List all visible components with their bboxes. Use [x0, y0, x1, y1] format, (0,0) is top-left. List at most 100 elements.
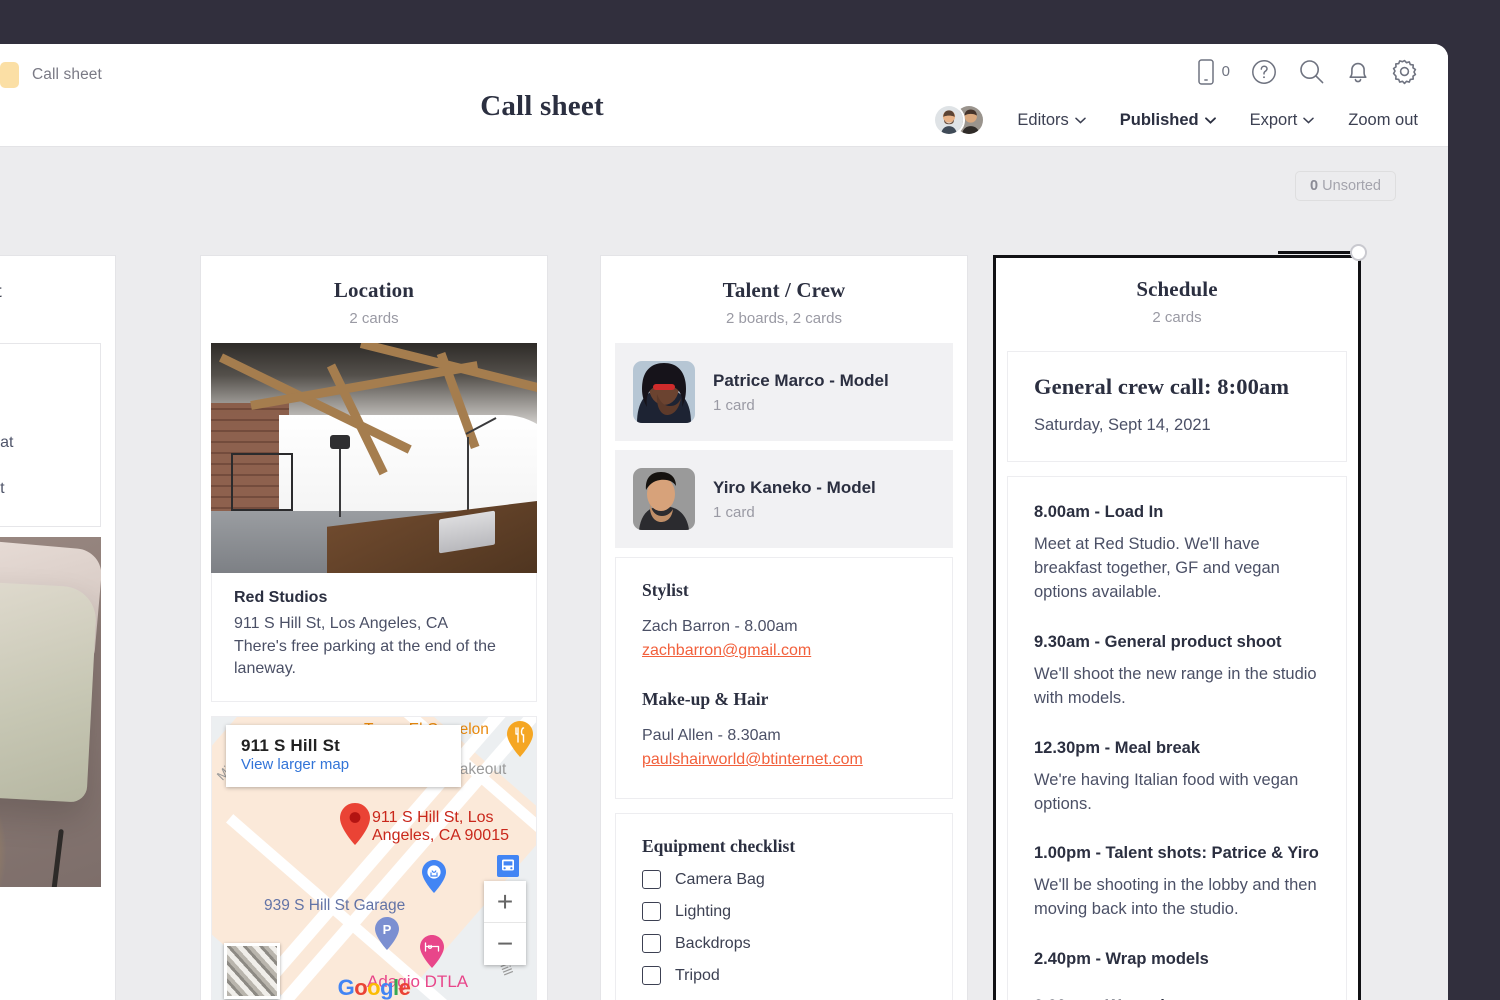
map-zoom-out-button[interactable]: − [484, 923, 526, 965]
schedule-items-card[interactable]: 8.00am - Load In Meet at Red Studio. We'… [1007, 476, 1347, 1000]
checklist-item[interactable]: Camera Bag [642, 870, 926, 889]
schedule-item-time: 12.30pm - Meal break [1034, 738, 1200, 757]
toolbar-icon-row: 0 [1197, 58, 1418, 85]
avatar-image-1 [935, 106, 964, 134]
schedule-item-detail: We're having Italian food with vegan opt… [1034, 770, 1299, 813]
breadcrumb[interactable]: Call sheet [0, 62, 102, 88]
hotel-pin-icon [420, 935, 444, 969]
makeup-heading: Make-up & Hair [642, 689, 769, 709]
schedule-item-time: 1.00pm - Talent shots: Patrice & Yiro [1034, 844, 1319, 863]
app-window: Call sheet Call sheet 0 Editors Publishe… [0, 44, 1448, 1000]
notifications-icon[interactable] [1346, 58, 1370, 85]
google-map[interactable]: Tacos El Comelon (Truck) Takeout 911 S H… [212, 717, 536, 1000]
chevron-down-icon [1303, 117, 1315, 124]
editors-menu[interactable]: Editors [1000, 111, 1102, 130]
map-pin-label: 911 S Hill St, Los Angeles, CA 90015 [372, 809, 509, 845]
column-talent-crew[interactable]: Talent / Crew 2 boards, 2 cards Patrice [600, 255, 968, 1000]
checkbox[interactable] [642, 902, 661, 921]
editors-label: Editors [1017, 110, 1069, 129]
column-schedule[interactable]: Schedule 2 cards General crew call: 8:00… [993, 255, 1361, 1000]
column-schedule-subtitle: 2 cards [1152, 309, 1202, 326]
location-photo[interactable] [211, 343, 537, 573]
avatar [633, 468, 695, 530]
store-pin-icon [422, 860, 446, 894]
column-location-subtitle: 2 cards [349, 310, 399, 327]
checkbox[interactable] [642, 966, 661, 985]
column-location-header: Location 2 cards [201, 256, 547, 343]
column-schedule-title: Schedule [1136, 277, 1218, 301]
breadcrumb-color-chip [0, 62, 19, 88]
mobile-preview-icon [1197, 58, 1214, 85]
checkbox[interactable] [642, 934, 661, 953]
restaurant-pin-icon [507, 721, 533, 758]
crew-call-card[interactable]: General crew call: 8:00am Saturday, Sept… [1007, 351, 1347, 462]
checklist-item-label: Backdrops [675, 934, 751, 952]
project-tail-text: m [0, 899, 101, 917]
svg-text:P: P [383, 922, 392, 937]
settings-icon[interactable] [1391, 58, 1418, 85]
location-venue-name: Red Studios [234, 589, 328, 606]
schedule-item-detail: We'll be shooting in the lobby and then … [1034, 876, 1317, 919]
checklist-item-label: Camera Bag [675, 870, 765, 888]
checklist-item[interactable]: Backdrops [642, 934, 926, 953]
editors-avatars[interactable] [933, 104, 989, 136]
makeup-email-link[interactable]: paulshairworld@btinternet.com [642, 751, 863, 768]
location-note: There's free parking at the end of the l… [234, 637, 496, 678]
mobile-preview-button[interactable]: 0 [1197, 58, 1230, 85]
equipment-shelf [231, 453, 293, 511]
export-menu[interactable]: Export [1233, 111, 1332, 130]
project-photo[interactable] [0, 537, 101, 888]
zoom-out-button[interactable]: Zoom out [1331, 111, 1418, 130]
project-brief-title: oshoot [0, 366, 80, 392]
list-item[interactable]: Yiro Kaneko - Model 1 card [615, 450, 953, 548]
search-icon[interactable] [1298, 58, 1325, 85]
list-item[interactable]: Patrice Marco - Model 1 card [615, 343, 953, 441]
location-map-card[interactable]: Tacos El Comelon (Truck) Takeout 911 S H… [211, 716, 537, 1000]
checklist-item[interactable]: Lighting [642, 902, 926, 921]
map-zoom-controls[interactable]: + − [484, 881, 526, 966]
schedule-item-time: 9.30am - General product shoot [1034, 632, 1282, 651]
parking-pin-icon: P [375, 917, 399, 951]
schedule-item: 2.40pm - Wrap models [1034, 950, 1320, 969]
avatar-image-yiro [633, 468, 695, 530]
crew-contacts-card[interactable]: Stylist Zach Barron - 8.00am zachbarron@… [615, 557, 953, 799]
map-info-window[interactable]: 911 S Hill St View larger map [226, 725, 461, 788]
column-location-title: Location [333, 278, 415, 302]
column-project-subtitle: cards [0, 310, 115, 327]
checkbox[interactable] [642, 870, 661, 889]
checklist-heading: Equipment checklist [642, 836, 796, 856]
location-address: 911 S Hill St, Los Angeles, CA [234, 615, 449, 632]
toolbar-action-row: Editors Published Export Zoom out [933, 104, 1418, 136]
schedule-item: 1.00pm - Talent shots: Patrice & Yiro We… [1034, 844, 1320, 922]
schedule-item: 9.30am - General product shoot We'll sho… [1034, 633, 1320, 711]
unsorted-badge[interactable]: 0 Unsorted [1295, 171, 1396, 201]
published-menu[interactable]: Published [1103, 111, 1233, 130]
chevron-down-icon [1204, 116, 1216, 124]
crew-call-title: General crew call: 8:00am [1034, 374, 1290, 399]
help-icon[interactable] [1251, 59, 1277, 85]
map-info-title: 911 S Hill St [241, 736, 340, 756]
board-canvas[interactable]: 0 Unsorted oject cards oshoot a new line… [0, 147, 1448, 1000]
map-zoom-in-button[interactable]: + [484, 881, 526, 924]
column-project-header: oject cards [0, 256, 115, 343]
chair-sage [0, 578, 98, 803]
chair-leg [51, 829, 64, 888]
person-name: Patrice Marco - Model [713, 370, 889, 390]
column-location[interactable]: Location 2 cards Red Studios 911 S Hill … [200, 255, 548, 1000]
map-poi-garage: 939 S Hill St Garage [264, 897, 406, 915]
view-larger-map-link[interactable]: View larger map [241, 756, 349, 773]
project-brief-card[interactable]: oshoot a new line of kplace seating that… [0, 343, 101, 528]
schedule-item-detail: Meet at Red Studio. We'll have breakfast… [1034, 535, 1280, 601]
checklist-item[interactable]: Tripod [642, 966, 926, 985]
checklist-item-label: Lighting [675, 902, 732, 920]
camera-tripod [330, 435, 350, 517]
zoom-out-label: Zoom out [1348, 110, 1418, 129]
stylist-email-link[interactable]: zachbarron@gmail.com [642, 642, 811, 659]
column-project[interactable]: oject cards oshoot a new line of kplace … [0, 255, 116, 1000]
selection-resize-handle[interactable] [1350, 244, 1367, 261]
map-satellite-thumbnail[interactable] [224, 943, 280, 1000]
stylist-line: Zach Barron - 8.00am [642, 618, 798, 635]
avatar [633, 361, 695, 423]
equipment-checklist-card[interactable]: Equipment checklist Camera Bag Lighting … [615, 813, 953, 1000]
